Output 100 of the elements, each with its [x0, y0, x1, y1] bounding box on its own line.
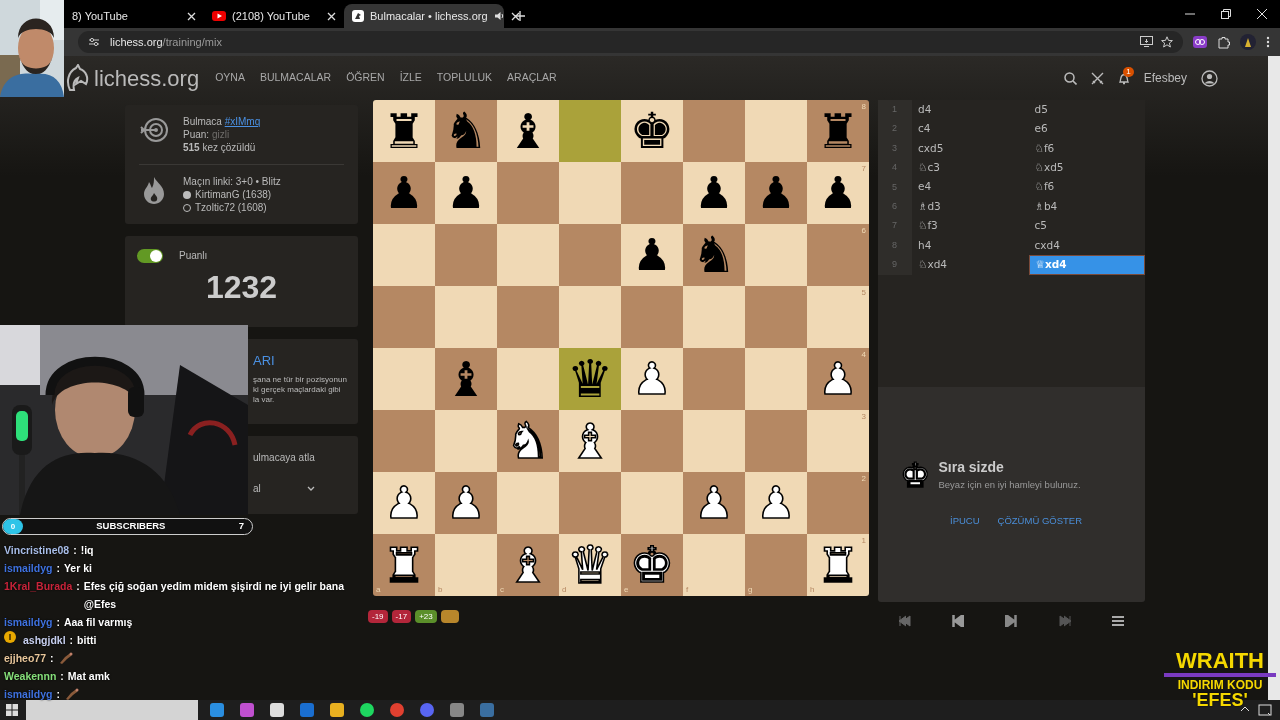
close-icon[interactable]: [327, 11, 336, 21]
puzzle-link[interactable]: #xIMmq: [224, 116, 261, 127]
board-square[interactable]: [745, 100, 807, 162]
chat-username[interactable]: Weakennn: [4, 667, 57, 685]
streak-result[interactable]: -17: [391, 610, 412, 623]
board-square[interactable]: [683, 410, 745, 472]
board-square[interactable]: [373, 286, 435, 348]
address-bar[interactable]: lichess.org/training/mix: [78, 31, 1183, 53]
move[interactable]: e4: [912, 177, 1029, 197]
browser-icon[interactable]: [210, 703, 224, 717]
player-name[interactable]: KirtimanG (1638): [183, 188, 281, 201]
move[interactable]: ♘f6: [1028, 177, 1145, 197]
board-square[interactable]: [745, 286, 807, 348]
star-icon[interactable]: [1161, 36, 1173, 48]
pawn-piece[interactable]: ♟: [818, 171, 858, 215]
board-square[interactable]: ♟: [621, 224, 683, 286]
move[interactable]: ♘f6: [1028, 138, 1145, 159]
music-icon[interactable]: [360, 703, 374, 717]
site-settings-icon[interactable]: [88, 37, 100, 47]
search-icon[interactable]: [1063, 71, 1077, 85]
chat-icon[interactable]: [420, 703, 434, 717]
chat-username[interactable]: ismaildyg: [4, 613, 53, 631]
chat-username[interactable]: Vincristine08: [4, 541, 70, 559]
board-square[interactable]: ♟: [373, 162, 435, 224]
streak-result[interactable]: [440, 610, 459, 623]
extension-icon[interactable]: [1193, 36, 1207, 48]
menu-icon[interactable]: [1112, 614, 1125, 627]
board-square[interactable]: [745, 348, 807, 410]
step-forward-icon[interactable]: [1005, 614, 1018, 627]
nav-link[interactable]: BULMACALAR: [259, 70, 332, 86]
move[interactable]: d4: [912, 100, 1029, 120]
chat-username[interactable]: ismaildyg: [4, 685, 53, 703]
folder-icon[interactable]: [330, 703, 344, 717]
app-icon[interactable]: [240, 703, 254, 717]
board-square[interactable]: [559, 286, 621, 348]
nav-link[interactable]: TOPLULUK: [436, 70, 493, 86]
knight-piece[interactable]: ♞: [691, 230, 737, 280]
board-square[interactable]: ♞: [683, 224, 745, 286]
board-square[interactable]: [497, 224, 559, 286]
chat-username[interactable]: ashgjdkl: [23, 631, 66, 649]
board-square[interactable]: [621, 410, 683, 472]
search-box[interactable]: [26, 700, 198, 720]
chevron-up-icon[interactable]: [1240, 704, 1250, 714]
board-square[interactable]: [745, 224, 807, 286]
start-icon[interactable]: [6, 704, 18, 716]
action-link[interactable]: ÇÖZÜMÜ GÖSTER: [997, 514, 1082, 529]
board-square[interactable]: [559, 224, 621, 286]
nav-link[interactable]: ARAÇLAR: [507, 70, 557, 86]
move[interactable]: cxd5: [912, 138, 1029, 159]
pawn-piece[interactable]: ♟: [756, 171, 796, 215]
nav-link[interactable]: İZLE: [399, 70, 422, 86]
streak-result[interactable]: +23: [415, 610, 437, 623]
move[interactable]: e6: [1028, 119, 1145, 139]
difficulty-select[interactable]: al: [253, 481, 315, 496]
knight-piece[interactable]: ♞: [443, 106, 489, 156]
app-icon[interactable]: [450, 703, 464, 717]
close-icon[interactable]: [187, 11, 196, 21]
browser-icon[interactable]: [390, 703, 404, 717]
board-square[interactable]: [497, 348, 559, 410]
close-icon[interactable]: [510, 11, 520, 21]
skip-start-icon[interactable]: [898, 614, 911, 627]
skip-end-icon[interactable]: [1058, 614, 1071, 627]
move[interactable]: cxd4: [1028, 235, 1145, 256]
next-label[interactable]: ulmacaya atla: [253, 450, 358, 465]
chat-username[interactable]: ismaildyg: [4, 559, 53, 577]
browser-tab[interactable]: 8) YouTube: [64, 4, 204, 28]
nav-link[interactable]: ÖĞREN: [346, 70, 385, 86]
move[interactable]: c5: [1028, 216, 1145, 236]
close-icon[interactable]: [1257, 9, 1267, 19]
restore-icon[interactable]: [1221, 9, 1231, 19]
nav-link[interactable]: OYNA: [215, 70, 245, 86]
board-square[interactable]: [683, 286, 745, 348]
board-square[interactable]: [373, 410, 435, 472]
action-link[interactable]: İPUCU: [950, 514, 980, 529]
queen-piece[interactable]: ♛: [566, 353, 614, 405]
pawn-piece[interactable]: ♟: [446, 171, 486, 215]
move[interactable]: ♘xd4: [912, 255, 1029, 275]
board-square[interactable]: [435, 224, 497, 286]
store-icon[interactable]: [270, 703, 284, 717]
browser-tab[interactable]: (2108) YouTube: [204, 4, 344, 28]
board-square[interactable]: [497, 162, 559, 224]
puzzle-piece-icon[interactable]: [1217, 35, 1230, 49]
board-square[interactable]: ♟: [745, 162, 807, 224]
board-square[interactable]: ♚: [621, 100, 683, 162]
board-square[interactable]: [435, 410, 497, 472]
move[interactable]: c4: [912, 119, 1029, 139]
board-square[interactable]: [559, 162, 621, 224]
board-square[interactable]: [745, 410, 807, 472]
board-square[interactable]: [621, 472, 683, 534]
new-tab-icon[interactable]: [514, 10, 526, 22]
rook-piece[interactable]: ♜: [816, 107, 860, 155]
board-square[interactable]: ♛: [559, 348, 621, 410]
game-link[interactable]: Maçın linki: 3+0 • Blitz: [183, 175, 281, 188]
move[interactable]: h4: [912, 235, 1029, 256]
board-square[interactable]: [435, 286, 497, 348]
pawn-piece[interactable]: ♟: [694, 171, 734, 215]
player-name[interactable]: Tzoltic72 (1608): [183, 201, 281, 214]
user-name[interactable]: Efesbey: [1143, 69, 1187, 87]
streak-result[interactable]: -19: [368, 610, 388, 623]
rated-toggle[interactable]: [137, 248, 163, 263]
